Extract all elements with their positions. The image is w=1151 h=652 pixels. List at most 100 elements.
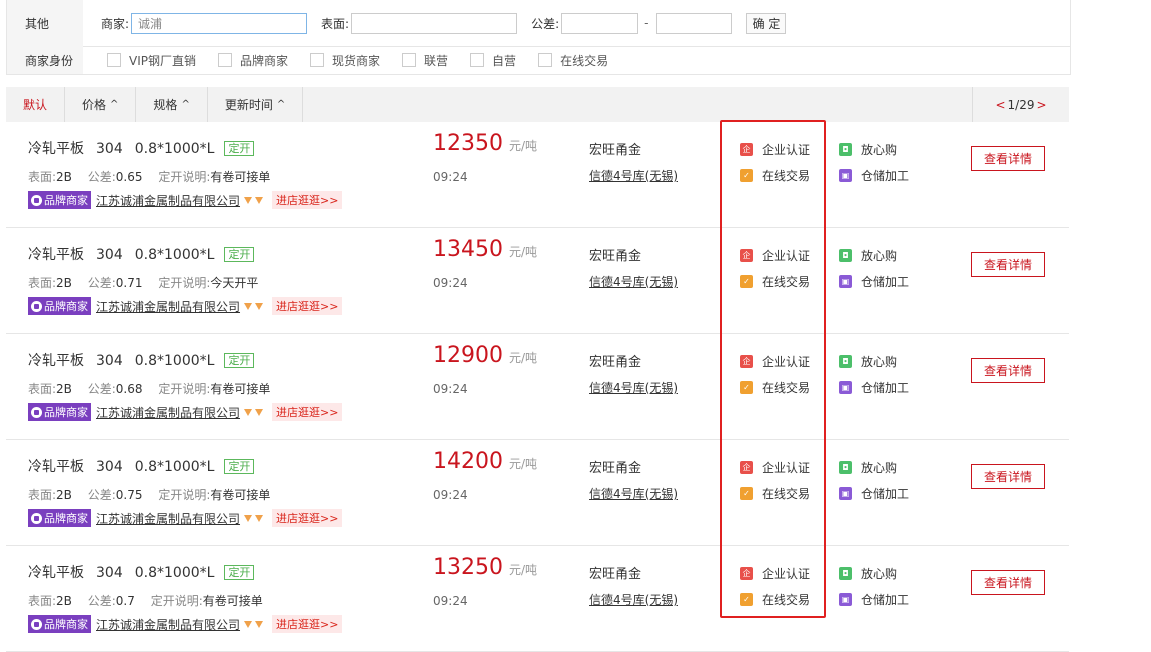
product-name: 冷轧平板 bbox=[28, 141, 84, 157]
warehouse-link[interactable]: 信德4号库(无锡) bbox=[589, 591, 678, 608]
price: 12350 元/吨 bbox=[433, 131, 537, 156]
visit-shop-link[interactable]: 进店逛逛>> bbox=[272, 615, 343, 633]
pager-next-icon[interactable]: > bbox=[1036, 98, 1046, 112]
shop-icon bbox=[31, 194, 42, 206]
price-value: 13450 bbox=[433, 237, 503, 262]
warehouse-link[interactable]: 信德4号库(无锡) bbox=[589, 167, 678, 184]
note-meta-label: 定开说明: bbox=[158, 276, 211, 290]
product-title: 冷轧平板 304 0.8*1000*L 定开 bbox=[28, 244, 266, 264]
shop-line: 品牌商家 江苏诚浦金属制品有限公司 进店逛逛>> bbox=[28, 403, 343, 421]
visit-shop-link[interactable]: 进店逛逛>> bbox=[272, 297, 343, 315]
checkbox-vip[interactable]: VIP钢厂直销 bbox=[107, 52, 196, 69]
visit-shop-link[interactable]: 进店逛逛>> bbox=[272, 191, 343, 209]
tolerance-max-input[interactable] bbox=[656, 12, 733, 34]
service-enterprise-cert: 企企业认证 bbox=[740, 459, 810, 476]
checkbox-label: 现货商家 bbox=[332, 53, 381, 68]
service-label: 企业认证 bbox=[762, 249, 811, 263]
tolerance-min-input[interactable] bbox=[561, 12, 639, 34]
brand-badge: 品牌商家 bbox=[28, 191, 91, 209]
view-detail-button[interactable]: 查看详情 bbox=[971, 570, 1045, 595]
surface-input[interactable] bbox=[351, 12, 518, 34]
company-link[interactable]: 江苏诚浦金属制品有限公司 bbox=[96, 510, 240, 527]
pager-prev-icon[interactable]: < bbox=[995, 98, 1005, 112]
merchant-input[interactable]: 诚浦 bbox=[131, 12, 308, 34]
warehouse-icon: ▣ bbox=[839, 169, 852, 182]
enterprise-cert-icon: 企 bbox=[740, 355, 753, 368]
product-name: 冷轧平板 bbox=[28, 247, 84, 263]
service-label: 仓储加工 bbox=[861, 381, 910, 395]
diamond-rating-icon bbox=[244, 620, 266, 628]
pager: < 1/29 > bbox=[972, 87, 1069, 122]
brand-badge: 品牌商家 bbox=[28, 403, 91, 421]
tolerance-meta-label: 公差: bbox=[87, 488, 116, 502]
surface-value: 2B bbox=[56, 382, 72, 396]
cart-icon: ◘ bbox=[839, 567, 852, 580]
service-safe-buy: ◘ 放心购 bbox=[839, 141, 897, 158]
service-label: 放心购 bbox=[861, 461, 898, 475]
service-label: 企业认证 bbox=[762, 143, 811, 157]
price: 14200 元/吨 bbox=[433, 449, 537, 474]
service-label: 企业认证 bbox=[762, 461, 811, 475]
checkbox-spot[interactable]: 现货商家 bbox=[310, 52, 380, 69]
product-name: 冷轧平板 bbox=[28, 459, 84, 475]
product-title: 冷轧平板 304 0.8*1000*L 定开 bbox=[28, 138, 266, 158]
view-detail-button[interactable]: 查看详情 bbox=[971, 464, 1045, 489]
company-link[interactable]: 江苏诚浦金属制品有限公司 bbox=[96, 404, 240, 421]
seller-name: 宏旺甬金 bbox=[589, 249, 642, 264]
note-meta-label: 定开说明: bbox=[158, 170, 211, 184]
service-safe-buy: ◘ 放心购 bbox=[839, 247, 897, 264]
checkbox-online[interactable]: 在线交易 bbox=[538, 52, 608, 69]
checkbox-joint[interactable]: 联营 bbox=[402, 52, 448, 69]
warehouse-link[interactable]: 信德4号库(无锡) bbox=[589, 485, 678, 502]
checkbox-box[interactable] bbox=[218, 53, 232, 67]
filter-row-other: 其他 商家: 诚浦 表面: 公差: - 确 定 bbox=[7, 0, 1070, 47]
warehouse-link[interactable]: 信德4号库(无锡) bbox=[589, 379, 678, 396]
checkbox-box[interactable] bbox=[402, 53, 417, 67]
diamond-rating-icon bbox=[244, 514, 266, 522]
company-link[interactable]: 江苏诚浦金属制品有限公司 bbox=[96, 298, 240, 315]
visit-shop-link[interactable]: 进店逛逛>> bbox=[272, 509, 343, 527]
price: 13250 元/吨 bbox=[433, 555, 537, 580]
open-tag: 定开 bbox=[224, 565, 255, 580]
view-detail-button[interactable]: 查看详情 bbox=[971, 252, 1045, 277]
checkbox-self[interactable]: 自营 bbox=[470, 52, 516, 69]
checkbox-box[interactable] bbox=[310, 53, 325, 67]
price-time: 09:24 bbox=[433, 488, 468, 502]
tolerance-value: 0.65 bbox=[115, 170, 143, 184]
checkbox-box[interactable] bbox=[107, 53, 121, 67]
checkbox-box[interactable] bbox=[470, 53, 485, 67]
product-spec: 0.8*1000*L bbox=[134, 353, 215, 369]
checkbox-brand[interactable]: 品牌商家 bbox=[218, 52, 288, 69]
view-detail-button[interactable]: 查看详情 bbox=[971, 146, 1045, 171]
sort-spec[interactable]: 规格 ^ bbox=[136, 87, 208, 122]
view-detail-button[interactable]: 查看详情 bbox=[971, 358, 1045, 383]
visit-shop-link[interactable]: 进店逛逛>> bbox=[272, 403, 343, 421]
product-grade: 304 bbox=[96, 141, 123, 157]
seller-name: 宏旺甬金 bbox=[589, 143, 642, 158]
surface-meta-label: 表面: bbox=[28, 594, 57, 608]
product-meta: 表面:2B 公差:0.7 定开说明:有卷可接单 bbox=[28, 592, 263, 609]
service-warehouse: ▣ 仓储加工 bbox=[839, 167, 909, 184]
tolerance-meta-label: 公差: bbox=[87, 382, 116, 396]
sort-update-time[interactable]: 更新时间 ^ bbox=[208, 87, 304, 122]
service-label: 放心购 bbox=[861, 355, 898, 369]
surface-value: 2B bbox=[56, 488, 72, 502]
note-value: 有卷可接单 bbox=[210, 382, 271, 396]
sort-price[interactable]: 价格 ^ bbox=[65, 87, 137, 122]
diamond-rating-icon bbox=[244, 408, 266, 416]
filter-other-label: 其他 bbox=[7, 0, 83, 46]
confirm-button[interactable]: 确 定 bbox=[746, 12, 787, 34]
service-online-trade: ✓ 在线交易 bbox=[740, 485, 810, 502]
brand-label: 品牌商家 bbox=[44, 618, 88, 631]
company-link[interactable]: 江苏诚浦金属制品有限公司 bbox=[96, 616, 240, 633]
sort-default[interactable]: 默认 bbox=[6, 87, 66, 122]
price-value: 13250 bbox=[433, 555, 503, 580]
company-link[interactable]: 江苏诚浦金属制品有限公司 bbox=[96, 192, 240, 209]
warehouse-link[interactable]: 信德4号库(无锡) bbox=[589, 273, 678, 290]
shop-icon bbox=[31, 300, 42, 312]
shield-icon: ✓ bbox=[740, 593, 753, 606]
brand-badge: 品牌商家 bbox=[28, 615, 91, 633]
product-name: 冷轧平板 bbox=[28, 565, 84, 581]
open-tag: 定开 bbox=[224, 141, 255, 156]
checkbox-box[interactable] bbox=[538, 53, 553, 67]
